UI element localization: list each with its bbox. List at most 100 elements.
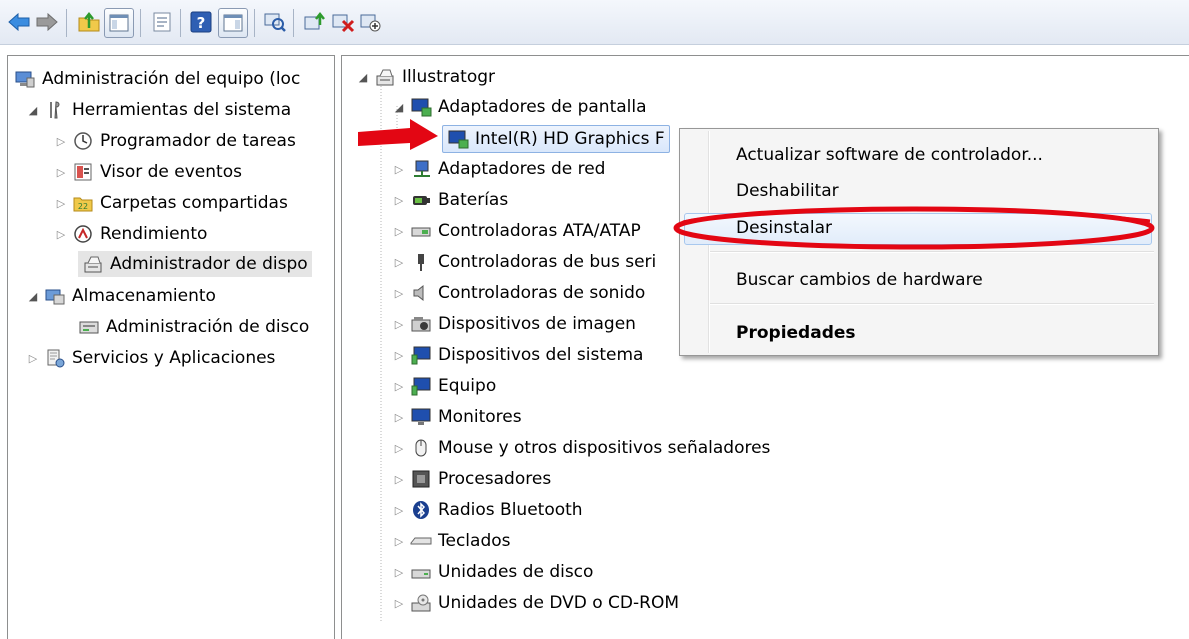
expanded-arrow-icon[interactable]: ◢ bbox=[392, 100, 406, 114]
tree-item-computer[interactable]: ◢ Illustratogr bbox=[356, 64, 495, 90]
tree-item-monitors[interactable]: ▷ Monitores bbox=[392, 404, 522, 430]
collapsed-arrow-icon[interactable]: ▷ bbox=[392, 286, 406, 300]
tree-item-dvd-drives[interactable]: ▷ Unidades de DVD o CD-ROM bbox=[392, 590, 679, 616]
collapsed-arrow-icon[interactable]: ▷ bbox=[392, 162, 406, 176]
tree-item-label: Illustratogr bbox=[402, 67, 496, 87]
svg-text:22: 22 bbox=[78, 202, 88, 211]
collapsed-arrow-icon[interactable]: ▷ bbox=[54, 165, 68, 179]
tree-item-performance[interactable]: ▷ Rendimiento bbox=[54, 221, 208, 247]
collapsed-arrow-icon[interactable]: ▷ bbox=[26, 351, 40, 365]
tree-item-label: Controladoras ATA/ATAP bbox=[438, 221, 641, 241]
tree-item-storage[interactable]: ◢ Almacenamiento bbox=[26, 283, 216, 309]
tree-item-task-scheduler[interactable]: ▷ Programador de tareas bbox=[54, 128, 296, 154]
computer-icon bbox=[374, 66, 396, 88]
tree-item-services-applications[interactable]: ▷ Servicios y Aplicaciones bbox=[26, 345, 276, 371]
expanded-arrow-icon[interactable]: ◢ bbox=[356, 70, 370, 84]
camera-icon bbox=[410, 313, 432, 335]
tree-item-mouse[interactable]: ▷ Mouse y otros dispositivos señaladores bbox=[392, 435, 771, 461]
update-driver-icon[interactable] bbox=[302, 9, 328, 35]
tree-item-label: Dispositivos del sistema bbox=[438, 345, 644, 365]
tree-item-label: Visor de eventos bbox=[100, 162, 242, 182]
collapsed-arrow-icon[interactable]: ▷ bbox=[392, 596, 406, 610]
monitor-icon bbox=[410, 375, 432, 397]
tree-item-disk-drives[interactable]: ▷ Unidades de disco bbox=[392, 559, 594, 585]
display-adapter-icon bbox=[447, 128, 469, 150]
action-pane-icon[interactable] bbox=[218, 8, 248, 38]
context-menu: Actualizar software de controlador... De… bbox=[679, 128, 1159, 356]
tree-item-device-manager[interactable]: Administrador de dispo bbox=[78, 251, 312, 277]
console-tree-pane[interactable]: Administración del equipo (loc ◢ Herrami… bbox=[7, 55, 335, 639]
tree-item-label: Radios Bluetooth bbox=[438, 500, 583, 520]
menu-item-uninstall[interactable]: Desinstalar bbox=[736, 214, 832, 242]
toolbar-separator bbox=[140, 9, 141, 37]
collapsed-arrow-icon[interactable]: ▷ bbox=[392, 472, 406, 486]
tree-item-event-viewer[interactable]: ▷ Visor de eventos bbox=[54, 159, 242, 185]
tree-item-network-adapters[interactable]: ▷ Adaptadores de red bbox=[392, 156, 606, 182]
system-tools-icon bbox=[44, 99, 66, 121]
tree-item-computer-management[interactable]: Administración del equipo (loc bbox=[14, 66, 300, 92]
tree-item-label: Controladoras de bus seri bbox=[438, 252, 657, 272]
tree-item-sound-controllers[interactable]: ▷ Controladoras de sonido bbox=[392, 280, 646, 306]
collapsed-arrow-icon[interactable]: ▷ bbox=[392, 348, 406, 362]
forward-arrow-icon[interactable] bbox=[34, 9, 60, 35]
tree-item-label: Monitores bbox=[438, 407, 522, 427]
menu-item-disable[interactable]: Deshabilitar bbox=[736, 177, 839, 205]
menu-separator bbox=[710, 251, 1154, 253]
collapsed-arrow-icon[interactable]: ▷ bbox=[392, 565, 406, 579]
collapsed-arrow-icon[interactable]: ▷ bbox=[54, 134, 68, 148]
collapsed-arrow-icon[interactable]: ▷ bbox=[392, 441, 406, 455]
tree-item-imaging-devices[interactable]: ▷ Dispositivos de imagen bbox=[392, 311, 636, 337]
tree-item-label: Administración de disco bbox=[106, 317, 310, 337]
tree-item-disk-management[interactable]: Administración de disco bbox=[78, 314, 309, 340]
performance-icon bbox=[72, 223, 94, 245]
display-adapter-icon bbox=[410, 96, 432, 118]
scan-hardware-icon[interactable] bbox=[262, 9, 288, 35]
collapsed-arrow-icon[interactable]: ▷ bbox=[392, 410, 406, 424]
collapsed-arrow-icon[interactable]: ▷ bbox=[392, 317, 406, 331]
tree-item-processors[interactable]: ▷ Procesadores bbox=[392, 466, 551, 492]
disk-management-icon bbox=[78, 316, 100, 338]
svg-text:?: ? bbox=[197, 14, 206, 32]
menu-item-scan-hardware[interactable]: Buscar cambios de hardware bbox=[736, 266, 983, 294]
mouse-icon bbox=[410, 437, 432, 459]
storage-icon bbox=[44, 285, 66, 307]
toolbar-separator bbox=[293, 9, 294, 37]
tree-item-label: Administración del equipo (loc bbox=[42, 69, 301, 89]
collapsed-arrow-icon[interactable]: ▷ bbox=[392, 379, 406, 393]
tree-item-ata-controllers[interactable]: ▷ Controladoras ATA/ATAP bbox=[392, 218, 641, 244]
network-adapter-icon bbox=[410, 158, 432, 180]
tree-item-system-tools[interactable]: ◢ Herramientas del sistema bbox=[26, 97, 291, 123]
uninstall-icon[interactable] bbox=[330, 9, 356, 35]
tree-item-keyboards[interactable]: ▷ Teclados bbox=[392, 528, 511, 554]
back-arrow-icon[interactable] bbox=[6, 9, 32, 35]
tree-item-batteries[interactable]: ▷ Baterías bbox=[392, 187, 508, 213]
menu-item-update-driver[interactable]: Actualizar software de controlador... bbox=[736, 141, 1043, 169]
expanded-arrow-icon[interactable]: ◢ bbox=[26, 103, 40, 117]
enable-device-icon[interactable] bbox=[358, 9, 384, 35]
collapsed-arrow-icon[interactable]: ▷ bbox=[392, 503, 406, 517]
tree-item-label: Unidades de disco bbox=[438, 562, 594, 582]
battery-icon bbox=[410, 189, 432, 211]
tree-item-label: Equipo bbox=[438, 376, 497, 396]
collapsed-arrow-icon[interactable]: ▷ bbox=[392, 193, 406, 207]
menu-item-properties[interactable]: Propiedades bbox=[736, 319, 856, 347]
collapsed-arrow-icon[interactable]: ▷ bbox=[54, 227, 68, 241]
tree-item-bluetooth[interactable]: ▷ Radios Bluetooth bbox=[392, 497, 583, 523]
tree-item-system-devices[interactable]: ▷ Dispositivos del sistema bbox=[392, 342, 644, 368]
device-manager-icon bbox=[82, 253, 104, 275]
tree-item-label: Programador de tareas bbox=[100, 131, 296, 151]
tree-item-shared-folders[interactable]: ▷ 22 Carpetas compartidas bbox=[54, 190, 288, 216]
tree-item-computer-class[interactable]: ▷ Equipo bbox=[392, 373, 496, 399]
collapsed-arrow-icon[interactable]: ▷ bbox=[392, 534, 406, 548]
collapsed-arrow-icon[interactable]: ▷ bbox=[392, 255, 406, 269]
show-hide-tree-icon[interactable] bbox=[104, 8, 134, 38]
help-icon[interactable]: ? bbox=[188, 9, 214, 35]
expanded-arrow-icon[interactable]: ◢ bbox=[26, 289, 40, 303]
collapsed-arrow-icon[interactable]: ▷ bbox=[392, 224, 406, 238]
tree-item-display-adapters[interactable]: ◢ Adaptadores de pantalla bbox=[392, 94, 647, 120]
properties-icon[interactable] bbox=[149, 9, 175, 35]
tree-item-intel-hd-graphics[interactable]: Intel(R) HD Graphics F bbox=[442, 125, 670, 153]
collapsed-arrow-icon[interactable]: ▷ bbox=[54, 196, 68, 210]
tree-item-bus-controllers[interactable]: ▷ Controladoras de bus seri bbox=[392, 249, 656, 275]
up-folder-icon[interactable] bbox=[76, 9, 102, 35]
